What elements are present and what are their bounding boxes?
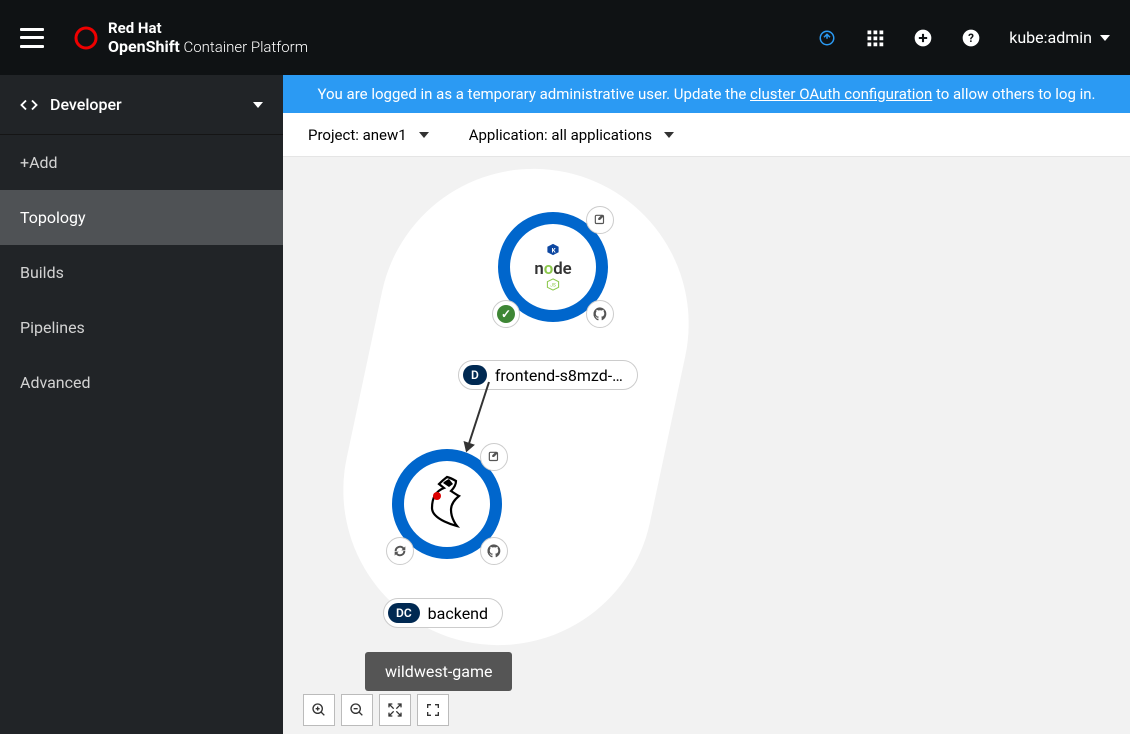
source-decorator[interactable] [586, 300, 614, 328]
resource-kind-badge: D [463, 365, 487, 385]
nodejs-runtime-icon: K node JS [518, 242, 588, 292]
context-selectors: Project: anew1 Application: all applicat… [283, 113, 1130, 157]
topology-node-backend[interactable] [392, 449, 502, 559]
edit-icon [593, 213, 607, 227]
logo[interactable]: Red Hat OpenShift Container Platform [74, 19, 308, 56]
user-menu[interactable]: kube:admin [1009, 28, 1110, 47]
perspective-switcher[interactable]: Developer [0, 75, 283, 135]
main-content: You are logged in as a temporary adminis… [283, 75, 1130, 734]
chevron-down-icon [253, 102, 263, 108]
help-icon[interactable]: ? [961, 28, 981, 48]
sidebar-item-topology[interactable]: Topology [0, 190, 283, 245]
svg-text:node: node [534, 259, 571, 279]
check-circle-icon: ✓ [497, 305, 515, 323]
code-icon [20, 96, 38, 114]
resource-kind-badge: DC [388, 603, 420, 623]
topology-canvas[interactable]: K node JS ✓ D frontend-s8mzd-… [283, 157, 1130, 734]
expand-icon [387, 702, 403, 718]
fit-to-screen-button[interactable] [379, 694, 411, 726]
zoom-toolbar [303, 694, 449, 726]
github-icon [486, 543, 502, 559]
sidebar-item-add[interactable]: +Add [0, 135, 283, 190]
application-selector[interactable]: Application: all applications [469, 126, 674, 144]
project-selector[interactable]: Project: anew1 [308, 126, 429, 144]
chevron-down-icon [419, 132, 429, 138]
user-name: kube:admin [1009, 28, 1092, 47]
node-name: frontend-s8mzd-… [495, 366, 623, 385]
sidebar-item-pipelines[interactable]: Pipelines [0, 300, 283, 355]
reset-view-button[interactable] [417, 694, 449, 726]
sidebar-item-builds[interactable]: Builds [0, 245, 283, 300]
build-status-decorator[interactable] [386, 537, 414, 565]
info-banner: You are logged in as a temporary adminis… [283, 75, 1130, 113]
chevron-down-icon [664, 132, 674, 138]
sidebar-item-advanced[interactable]: Advanced [0, 355, 283, 410]
edit-icon [487, 450, 501, 464]
node-label-backend[interactable]: DC backend [383, 598, 503, 628]
java-runtime-icon [417, 469, 477, 539]
zoom-in-button[interactable] [303, 694, 335, 726]
edit-url-decorator[interactable] [586, 206, 614, 234]
fullscreen-icon [425, 702, 441, 718]
github-icon [592, 306, 608, 322]
top-header: Red Hat OpenShift Container Platform ? k… [0, 0, 1130, 75]
build-status-decorator[interactable]: ✓ [492, 300, 520, 328]
add-icon[interactable] [913, 28, 933, 48]
perspective-label: Developer [50, 95, 122, 114]
sync-icon [392, 543, 408, 559]
svg-text:?: ? [968, 31, 974, 45]
oauth-config-link[interactable]: cluster OAuth configuration [750, 85, 932, 103]
zoom-in-icon [311, 702, 327, 718]
edit-url-decorator[interactable] [480, 443, 508, 471]
source-decorator[interactable] [480, 537, 508, 565]
node-name: backend [428, 604, 488, 623]
hamburger-menu-icon[interactable] [20, 28, 44, 48]
sidebar: Developer +Add Topology Builds Pipelines… [0, 75, 283, 734]
node-label-frontend[interactable]: D frontend-s8mzd-… [458, 360, 638, 390]
redhat-fedora-icon [74, 26, 98, 50]
product-name: Red Hat OpenShift Container Platform [108, 19, 308, 56]
apps-grid-icon[interactable] [865, 28, 885, 48]
group-label[interactable]: wildwest-game [365, 652, 512, 691]
svg-text:JS: JS [550, 283, 556, 289]
header-right: ? kube:admin [817, 28, 1110, 48]
chevron-down-icon [1100, 35, 1110, 41]
topology-node-frontend[interactable]: K node JS ✓ [498, 212, 608, 322]
zoom-out-icon [349, 702, 365, 718]
import-icon[interactable] [817, 28, 837, 48]
zoom-out-button[interactable] [341, 694, 373, 726]
